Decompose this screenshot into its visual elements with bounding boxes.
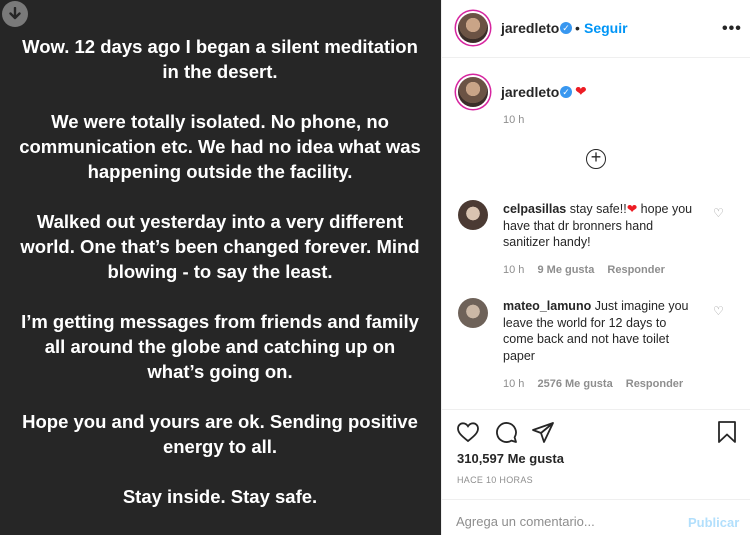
verified-badge-icon: ✓ bbox=[560, 22, 572, 34]
download-arrow-icon bbox=[9, 7, 21, 20]
comment-likes[interactable]: 9 Me gusta bbox=[537, 264, 594, 276]
verified-badge-icon: ✓ bbox=[560, 86, 572, 98]
more-options-icon[interactable]: ••• bbox=[722, 20, 742, 38]
post-sidebar: jaredleto ✓ • Seguir ••• jaredleto ✓ ❤ 1… bbox=[441, 0, 750, 535]
heart-emoji: ❤ bbox=[575, 83, 587, 99]
post-timestamp: HACE 10 HORAS bbox=[457, 475, 533, 485]
bookmark-icon[interactable] bbox=[716, 420, 738, 444]
reply-button[interactable]: Responder bbox=[607, 264, 664, 276]
follow-button[interactable]: Seguir bbox=[584, 20, 628, 36]
post-paragraph: Hope you and yours are ok. Sending posit… bbox=[22, 411, 418, 457]
comment-username[interactable]: mateo_lamuno bbox=[503, 299, 591, 313]
caption-username[interactable]: jaredleto bbox=[501, 84, 559, 100]
post-header: jaredleto ✓ • Seguir ••• bbox=[442, 0, 750, 58]
comment-like-icon[interactable]: ♡ bbox=[713, 206, 724, 220]
caption-avatar[interactable] bbox=[458, 77, 488, 107]
post-paragraph: We were totally isolated. No phone, no c… bbox=[19, 111, 421, 182]
comment-icon[interactable] bbox=[494, 420, 518, 444]
comment-username[interactable]: celpasillas bbox=[503, 202, 566, 216]
heart-icon[interactable] bbox=[456, 420, 480, 444]
separator-dot: • bbox=[575, 20, 580, 36]
comment-avatar[interactable] bbox=[458, 200, 488, 230]
caption-time: 10 h bbox=[503, 114, 525, 126]
comment-time: 10 h bbox=[503, 264, 525, 276]
comment-time: 10 h bbox=[503, 378, 525, 390]
actions-divider bbox=[442, 409, 750, 410]
post-image: Wow. 12 days ago I began a silent medita… bbox=[0, 0, 441, 535]
comment-likes[interactable]: 2576 Me gusta bbox=[537, 378, 612, 390]
comment-text: mateo_lamuno Just imagine you leave the … bbox=[503, 298, 698, 364]
heart-emoji: ❤ bbox=[626, 202, 638, 216]
comment-meta: 10 h 2576 Me gusta Responder bbox=[503, 378, 693, 390]
comment-like-icon[interactable]: ♡ bbox=[713, 304, 724, 318]
post-text: Wow. 12 days ago I began a silent medita… bbox=[14, 34, 426, 534]
plus-circle-icon[interactable]: + bbox=[586, 148, 606, 169]
post-paragraph: Walked out yesterday into a very differe… bbox=[20, 211, 420, 282]
likes-count[interactable]: 310,597 Me gusta bbox=[457, 451, 564, 466]
avatar[interactable] bbox=[458, 13, 488, 43]
comment-text: celpasillas stay safe!!❤ hope you have t… bbox=[503, 201, 703, 251]
comment-composer: Publicar bbox=[442, 499, 750, 536]
download-icon[interactable] bbox=[2, 1, 28, 27]
publish-button[interactable]: Publicar bbox=[688, 515, 739, 530]
post-paragraph: I’m getting messages from friends and fa… bbox=[21, 311, 419, 382]
post-paragraph: Stay inside. Stay safe. bbox=[122, 486, 318, 507]
comment-input[interactable] bbox=[456, 514, 676, 529]
send-icon[interactable] bbox=[531, 420, 555, 444]
header-username[interactable]: jaredleto bbox=[501, 20, 559, 36]
comment-body: stay safe!! bbox=[569, 202, 627, 216]
post-paragraph: Wow. 12 days ago I began a silent medita… bbox=[22, 36, 418, 82]
comment-avatar[interactable] bbox=[458, 298, 488, 328]
comment-meta: 10 h 9 Me gusta Responder bbox=[503, 264, 675, 276]
reply-button[interactable]: Responder bbox=[626, 378, 683, 390]
